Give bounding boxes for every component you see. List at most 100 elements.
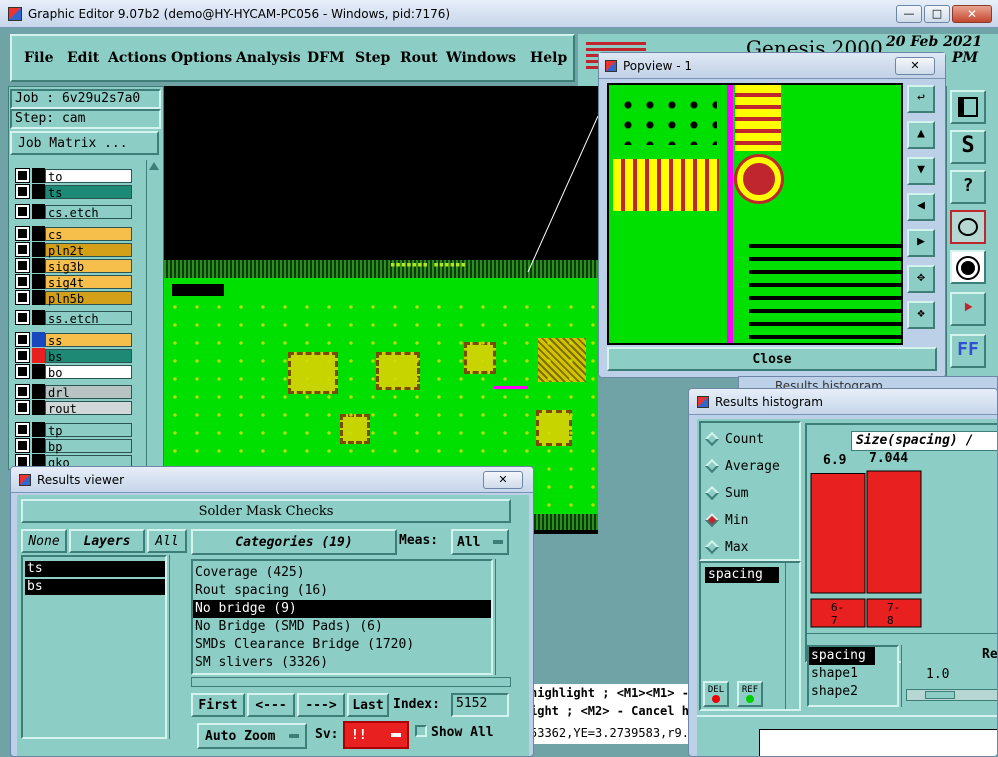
layer-row-sig4t[interactable]: sig4t <box>14 274 132 290</box>
histogram-bar[interactable] <box>866 470 922 594</box>
popview-close-x[interactable]: ✕ <box>895 56 935 75</box>
popview-zoom-in-icon[interactable]: ✥ <box>907 265 935 293</box>
all-button[interactable]: All <box>147 529 187 553</box>
layer-checkbox[interactable] <box>15 184 30 199</box>
layer-row-tp[interactable]: tp <box>14 422 132 438</box>
layer-list-scrollbar[interactable] <box>146 160 160 468</box>
layer-row-to[interactable]: to <box>14 168 132 184</box>
ref-button[interactable]: REF <box>737 681 763 707</box>
route-icon[interactable]: S <box>950 130 986 164</box>
auto-zoom-dropdown[interactable]: Auto Zoom <box>197 723 307 749</box>
layer-checkbox[interactable] <box>15 274 30 289</box>
menu-windows[interactable]: Windows <box>446 50 516 66</box>
network-icon[interactable] <box>950 210 986 244</box>
layer-row-pln2t[interactable]: pln2t <box>14 242 132 258</box>
histogram-scrollbar[interactable] <box>807 633 997 643</box>
stat-radio-average[interactable]: Average <box>704 456 780 476</box>
layer-row-ss[interactable]: ss <box>14 332 132 348</box>
prev-button[interactable]: <--- <box>247 693 295 717</box>
ratio-slider-thumb[interactable] <box>925 691 955 699</box>
results-viewer-close-x[interactable]: ✕ <box>483 470 523 489</box>
layer-checkbox[interactable] <box>15 310 30 325</box>
last-button[interactable]: Last <box>347 693 389 717</box>
layer-row-bp[interactable]: bp <box>14 438 132 454</box>
layer-checkbox[interactable] <box>15 384 30 399</box>
popview-canvas[interactable] <box>607 83 903 345</box>
layer-row-cs-etch[interactable]: cs.etch <box>14 204 132 220</box>
layer-row-bo[interactable]: bo <box>14 364 132 380</box>
result-layer-item[interactable]: bs <box>25 579 165 595</box>
histogram-bar[interactable] <box>810 472 866 594</box>
popview-zoom-out-icon[interactable]: ❖ <box>907 301 935 329</box>
help-icon[interactable]: ? <box>950 170 986 204</box>
histogram-list-item[interactable]: spacing <box>809 647 875 665</box>
category-item[interactable]: SMDs Clearance Bridge (1720) <box>193 636 491 654</box>
layer-row-bs[interactable]: bs <box>14 348 132 364</box>
stat-radio-max[interactable]: Max <box>704 537 748 557</box>
measure-icon[interactable]: ⯈ <box>950 292 986 326</box>
popview-pan-up-icon[interactable]: ▲ <box>907 121 935 149</box>
layer-checkbox[interactable] <box>15 242 30 257</box>
close-window-button[interactable]: ✕ <box>952 4 992 23</box>
index-input[interactable]: 5152 <box>451 693 509 717</box>
category-item[interactable]: No Bridge (SMD Pads) (6) <box>193 618 491 636</box>
del-button[interactable]: DEL <box>703 681 729 707</box>
category-item[interactable]: SM slivers (3326) <box>193 654 491 672</box>
layer-checkbox[interactable] <box>15 400 30 415</box>
menu-analysis[interactable]: Analysis <box>236 50 301 66</box>
stat-radio-min[interactable]: Min <box>704 510 748 530</box>
menu-options[interactable]: Options <box>171 50 232 66</box>
menu-edit[interactable]: Edit <box>67 50 99 66</box>
menu-file[interactable]: File <box>24 50 53 66</box>
layer-checkbox[interactable] <box>15 168 30 183</box>
layer-checkbox[interactable] <box>15 290 30 305</box>
ratio-slider[interactable] <box>906 689 997 701</box>
layer-checkbox[interactable] <box>15 364 30 379</box>
category-list-scrollbar[interactable] <box>495 559 511 675</box>
layer-checkbox[interactable] <box>15 422 30 437</box>
category-item[interactable]: Coverage (425) <box>193 564 491 582</box>
none-button[interactable]: None <box>21 529 67 553</box>
next-button[interactable]: ---> <box>297 693 345 717</box>
show-all-checkbox[interactable] <box>415 725 427 737</box>
menu-step[interactable]: Step <box>355 50 390 66</box>
layer-checkbox[interactable] <box>15 258 30 273</box>
minimize-button[interactable]: — <box>896 4 922 23</box>
maximize-button[interactable]: □ <box>924 4 950 23</box>
layer-checkbox[interactable] <box>15 332 30 347</box>
menu-rout[interactable]: Rout <box>400 50 438 66</box>
meas-dropdown[interactable]: All <box>451 529 509 555</box>
layer-checkbox[interactable] <box>15 438 30 453</box>
sv-dropdown[interactable]: !! <box>343 721 409 749</box>
window-layout-icon[interactable] <box>950 90 986 124</box>
category-item[interactable]: Rout spacing (16) <box>193 582 491 600</box>
layer-row-ts[interactable]: ts <box>14 184 132 200</box>
popview-pan-down-icon[interactable]: ▼ <box>907 157 935 185</box>
popview-pan-left-icon[interactable]: ◀ <box>907 193 935 221</box>
layer-row-drl[interactable]: drl <box>14 384 132 400</box>
layer-row-ss-etch[interactable]: ss.etch <box>14 310 132 326</box>
layer-checkbox[interactable] <box>15 348 30 363</box>
menu-dfm[interactable]: DFM <box>307 50 345 66</box>
stat-radio-sum[interactable]: Sum <box>704 483 748 503</box>
layer-row-rout[interactable]: rout <box>14 400 132 416</box>
category-item[interactable]: No bridge (9) <box>193 600 491 618</box>
popview-pan-right-icon[interactable]: ▶ <box>907 229 935 257</box>
layer-row-pln5b[interactable]: pln5b <box>14 290 132 306</box>
results-layer-scrollbar[interactable] <box>169 555 185 739</box>
histogram-list-item[interactable]: shape1 <box>809 665 897 683</box>
histogram-list-item[interactable]: shape2 <box>809 683 897 701</box>
layer-row-cs[interactable]: cs <box>14 226 132 242</box>
layer-row-sig3b[interactable]: sig3b <box>14 258 132 274</box>
result-layer-item[interactable]: ts <box>25 561 165 577</box>
layer-checkbox[interactable] <box>15 226 30 241</box>
menu-actions[interactable]: Actions <box>108 50 167 66</box>
layer-checkbox[interactable] <box>15 204 30 219</box>
field-list-scrollbar[interactable] <box>785 563 799 709</box>
stat-radio-count[interactable]: Count <box>704 429 764 449</box>
popview-zoom-home-icon[interactable]: ↩ <box>907 85 935 113</box>
pad-icon[interactable] <box>950 250 986 284</box>
flip-icon[interactable]: FF <box>950 334 986 368</box>
field-item-spacing[interactable]: spacing <box>705 567 779 583</box>
job-matrix-button[interactable]: Job Matrix ... <box>10 131 159 155</box>
